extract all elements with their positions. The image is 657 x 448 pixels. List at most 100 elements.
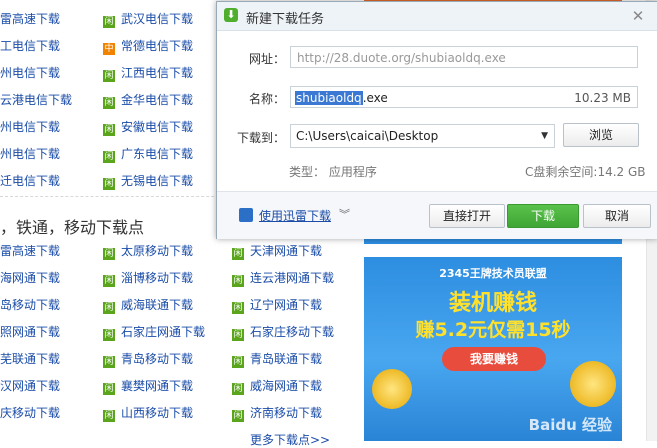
mirror-list-item[interactable]: 闲天津网通下载 [232, 242, 322, 260]
mirror-list-item[interactable]: 闲金华电信下载 [103, 91, 193, 109]
mirror-link[interactable]: 安徽电信下载 [121, 120, 193, 134]
more-mirrors-link[interactable]: 更多下载点>> [250, 431, 330, 448]
mirror-list-item[interactable]: 闲太原移动下载 [103, 242, 193, 260]
mirror-list-item[interactable]: 闲威海网通下载 [232, 377, 322, 395]
mirror-type-icon: 闲 [232, 248, 244, 260]
browse-button[interactable]: 浏览 [563, 123, 639, 147]
open-directly-button[interactable]: 直接打开 [429, 204, 505, 228]
banner-earn-button[interactable]: 我要赚钱 [442, 347, 546, 371]
mirror-type-icon: 闲 [232, 302, 244, 314]
mirror-link[interactable]: 扬州电信下载 [0, 66, 60, 80]
mirror-list-item[interactable]: 上海网通下载 [0, 269, 60, 287]
mirror-list-item[interactable]: 闲石家庄移动下载 [232, 323, 334, 341]
mirror-link[interactable]: 广东电信下载 [121, 147, 193, 161]
mirror-link[interactable]: 武汉网通下载 [0, 379, 60, 393]
filename-selected: shubiaoldq [295, 91, 363, 105]
free-space-value: 14.2 GB [597, 165, 646, 179]
mirror-list-item[interactable]: 闲威海联通下载 [103, 296, 193, 314]
double-chevron-down-icon[interactable]: ︾ [339, 206, 350, 222]
mirror-link[interactable]: 徐州电信下载 [0, 147, 60, 161]
mirror-link[interactable]: 重庆移动下载 [0, 406, 60, 420]
mirror-link[interactable]: 威海网通下载 [250, 379, 322, 393]
mirror-link[interactable]: 辽宁网通下载 [250, 298, 322, 312]
mirror-link[interactable]: 常州电信下载 [0, 120, 60, 134]
mirror-link[interactable]: 襄樊网通下载 [121, 379, 193, 393]
mirror-link[interactable]: 上海网通下载 [0, 271, 60, 285]
mirror-type-icon: 闲 [103, 383, 115, 395]
mirror-link[interactable]: 宿迁电信下载 [0, 174, 60, 188]
destination-select[interactable]: C:\Users\caicai\Desktop ▼ [290, 124, 555, 148]
mirror-type-icon: 闲 [103, 151, 115, 163]
mirror-list-item[interactable]: 闲青岛移动下载 [103, 350, 193, 368]
mirror-link[interactable]: 江西电信下载 [121, 66, 193, 80]
url-field[interactable]: http://28.duote.org/shubiaoldq.exe [290, 46, 638, 68]
ad-banner[interactable]: 2345王牌技术员联盟 装机赚钱 赚5.2元仅需15秒 我要赚钱 Baidu 经… [364, 257, 622, 441]
watermark: Baidu 经验 [528, 416, 612, 434]
mirror-link[interactable]: 日照网通下载 [0, 325, 60, 339]
mirror-list-item[interactable]: 连云港电信下载 [0, 91, 72, 109]
mirror-link[interactable]: 青岛移动下载 [0, 298, 60, 312]
mirror-list-item[interactable]: 闲无锡电信下载 [103, 172, 193, 190]
mirror-list-item[interactable]: 闲襄樊网通下载 [103, 377, 193, 395]
mirror-link[interactable]: 迅雷高速下载 [0, 12, 60, 26]
mirror-list-item[interactable]: 中常德电信下载 [103, 37, 193, 55]
download-arrow-icon: ⬇ [224, 8, 238, 22]
dialog-titlebar[interactable]: ⬇ 新建下载任务 ✕ [217, 2, 657, 31]
mirror-list-item[interactable]: 闲江西电信下载 [103, 64, 193, 82]
mirror-link[interactable]: 汇工电信下载 [0, 39, 60, 53]
mirror-list-item[interactable]: 闲淄博移动下载 [103, 269, 193, 287]
file-type: 类型： 应用程序 [289, 163, 377, 180]
mirror-link[interactable]: 山西移动下载 [121, 406, 193, 420]
mirror-type-icon: 闲 [103, 70, 115, 82]
mirror-list-item[interactable]: 汇工电信下载 [0, 37, 60, 55]
mirror-list-item[interactable]: 闲连云港网通下载 [232, 269, 334, 287]
use-thunder-link[interactable]: 使用迅雷下载 [259, 207, 331, 224]
mirror-list-item[interactable]: 闲山西移动下载 [103, 404, 193, 422]
mirror-link[interactable]: 青岛移动下载 [121, 352, 193, 366]
mirror-list-item[interactable]: 徐州电信下载 [0, 145, 60, 163]
mirror-link[interactable]: 济南移动下载 [250, 406, 322, 420]
filename-field[interactable]: shubiaoldq.exe 10.23 MB [290, 86, 638, 108]
mirror-list-item[interactable]: 扬州电信下载 [0, 64, 60, 82]
mirror-list-item[interactable]: 闲武汉电信下载 [103, 10, 193, 28]
mirror-list-item[interactable]: 常州电信下载 [0, 118, 60, 136]
mirror-link[interactable]: 连云港网通下载 [250, 271, 334, 285]
mirror-list-item[interactable]: 迅雷高速下载 [0, 242, 60, 260]
mirror-list-item[interactable]: 闲青岛联通下载 [232, 350, 322, 368]
mirror-list-item[interactable]: 闲石家庄网通下载 [103, 323, 205, 341]
close-icon[interactable]: ✕ [627, 5, 649, 27]
new-download-dialog: ⬇ 新建下载任务 ✕ 网址： http://28.duote.org/shubi… [216, 1, 657, 239]
mirror-list-item[interactable]: 闲济南移动下载 [232, 404, 322, 422]
mirror-link[interactable]: 天津网通下载 [250, 244, 322, 258]
mirror-list-item[interactable]: 青岛移动下载 [0, 296, 60, 314]
free-space-label: C盘剩余空间: [525, 165, 598, 179]
mirror-list-item[interactable]: 莱芜联通下载 [0, 350, 60, 368]
mirror-link[interactable]: 淄博移动下载 [121, 271, 193, 285]
mirror-link[interactable]: 迅雷高速下载 [0, 244, 60, 258]
mirror-link[interactable]: 金华电信下载 [121, 93, 193, 107]
mirror-link[interactable]: 威海联通下载 [121, 298, 193, 312]
mirror-link[interactable]: 石家庄移动下载 [250, 325, 334, 339]
mirror-list-item[interactable]: 迅雷高速下载 [0, 10, 60, 28]
mirror-list-item[interactable]: 闲广东电信下载 [103, 145, 193, 163]
mirror-list-item[interactable]: 宿迁电信下载 [0, 172, 60, 190]
chevron-down-icon[interactable]: ▼ [541, 125, 548, 147]
dialog-title: 新建下载任务 [246, 12, 325, 27]
mirror-list-item[interactable]: 武汉网通下载 [0, 377, 60, 395]
mirror-link[interactable]: 青岛联通下载 [250, 352, 322, 366]
mirror-link[interactable]: 武汉电信下载 [121, 12, 193, 26]
cancel-button[interactable]: 取消 [583, 204, 651, 228]
filename-value: shubiaoldq.exe [295, 87, 388, 109]
mirror-list-item[interactable]: 闲辽宁网通下载 [232, 296, 322, 314]
mirror-list-item[interactable]: 日照网通下载 [0, 323, 60, 341]
mirror-link[interactable]: 莱芜联通下载 [0, 352, 60, 366]
mirror-link[interactable]: 石家庄网通下载 [121, 325, 205, 339]
mirror-link[interactable]: 连云港电信下载 [0, 93, 72, 107]
mirror-link[interactable]: 太原移动下载 [121, 244, 193, 258]
download-button[interactable]: 下载 [507, 204, 579, 228]
mirror-type-icon: 闲 [103, 124, 115, 136]
mirror-link[interactable]: 常德电信下载 [121, 39, 193, 53]
mirror-list-item[interactable]: 重庆移动下载 [0, 404, 60, 422]
mirror-list-item[interactable]: 闲安徽电信下载 [103, 118, 193, 136]
mirror-link[interactable]: 无锡电信下载 [121, 174, 193, 188]
